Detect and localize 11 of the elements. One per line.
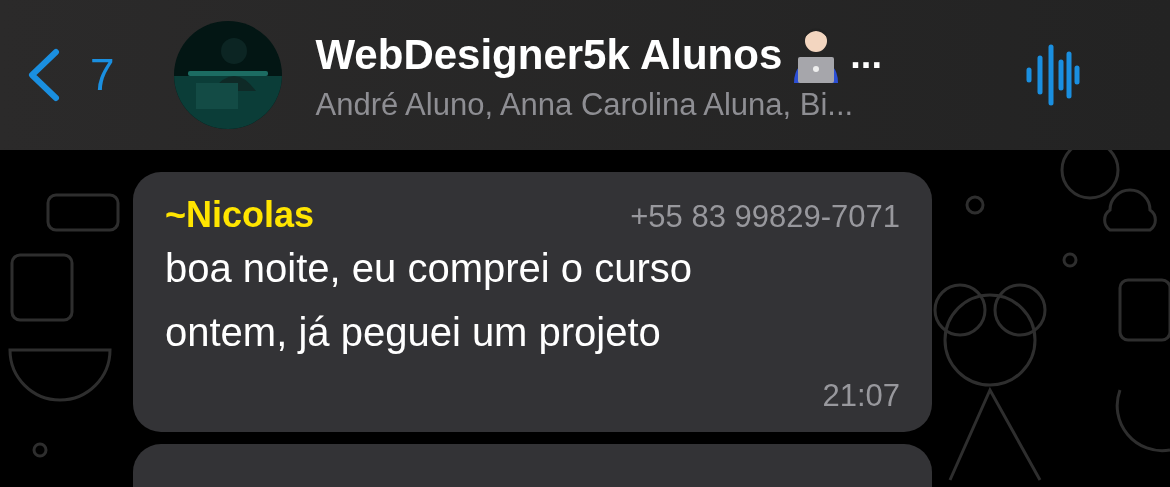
back-button[interactable]: 7 (26, 48, 115, 102)
sender-phone: +55 83 99829-7071 (630, 199, 900, 235)
members-list: André Aluno, Anna Carolina Aluna, Bi... (315, 87, 976, 123)
message-text: boa noite, eu comprei o curso (165, 245, 692, 292)
audio-wave-icon[interactable] (1025, 44, 1082, 106)
message-text: ontem, já peguei um projeto (165, 309, 661, 356)
chevron-left-icon (26, 48, 62, 102)
sender-name: ~Nicolas (165, 194, 315, 236)
message-time: 21:07 (822, 378, 900, 414)
group-title: WebDesigner5k Alunos (315, 31, 783, 79)
title-ellipsis: ... (850, 33, 882, 77)
